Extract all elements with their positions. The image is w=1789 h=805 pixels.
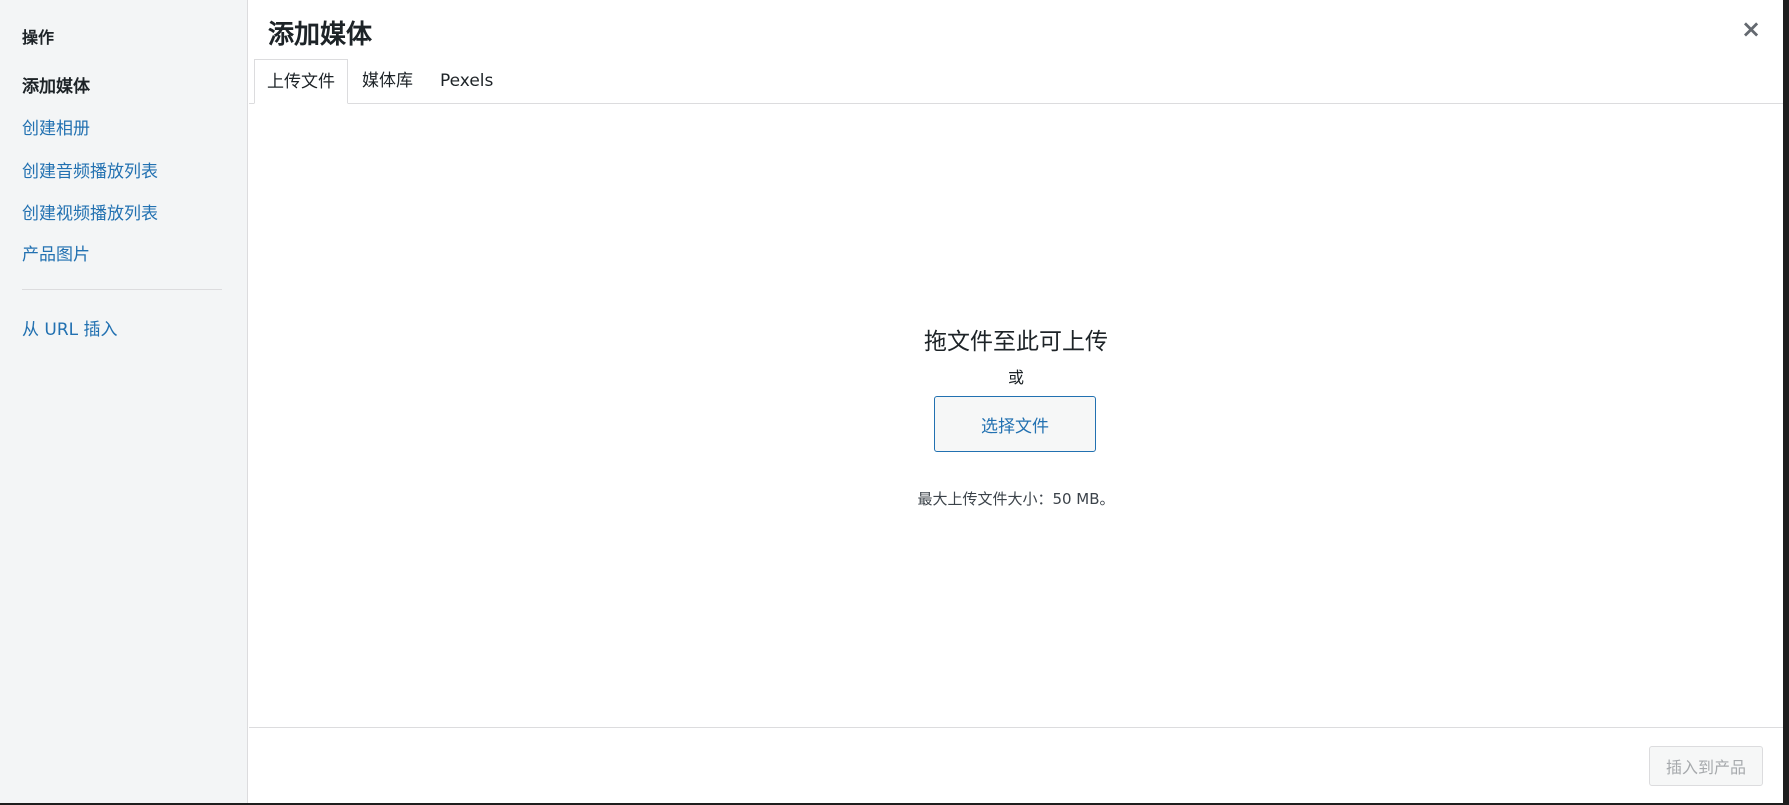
add-media-modal: 操作 添加媒体 创建相册 创建音频播放列表 创建视频播放列表 产品图片 从 UR…: [0, 0, 1783, 803]
sidebar-divider: [22, 289, 222, 290]
tab-upload-files[interactable]: 上传文件: [254, 59, 348, 104]
actions-sidebar: 操作 添加媒体 创建相册 创建音频播放列表 创建视频播放列表 产品图片 从 UR…: [0, 0, 248, 803]
tab-pexels[interactable]: Pexels: [428, 59, 505, 104]
sidebar-item-create-audio-playlist[interactable]: 创建音频播放列表: [22, 157, 158, 182]
footer-divider: [249, 727, 1783, 728]
select-files-button[interactable]: 选择文件: [934, 396, 1096, 452]
sidebar-item-add-media[interactable]: 添加媒体: [22, 72, 90, 97]
sidebar-item-create-video-playlist[interactable]: 创建视频播放列表: [22, 199, 158, 224]
sidebar-item-insert-from-url[interactable]: 从 URL 插入: [22, 315, 118, 340]
modal-title: 添加媒体: [268, 20, 373, 50]
insert-into-product-button[interactable]: 插入到产品: [1649, 746, 1763, 786]
drop-zone-text: 拖文件至此可上传: [924, 329, 1108, 355]
sidebar-item-create-gallery[interactable]: 创建相册: [22, 114, 90, 139]
tab-media-library[interactable]: 媒体库: [350, 59, 425, 104]
max-upload-size: 最大上传文件大小：50 MB。: [917, 490, 1115, 508]
sidebar-heading: 操作: [22, 28, 55, 47]
or-text: 或: [1007, 368, 1024, 387]
close-icon[interactable]: ×: [1736, 14, 1766, 44]
sidebar-item-product-images[interactable]: 产品图片: [22, 240, 90, 265]
